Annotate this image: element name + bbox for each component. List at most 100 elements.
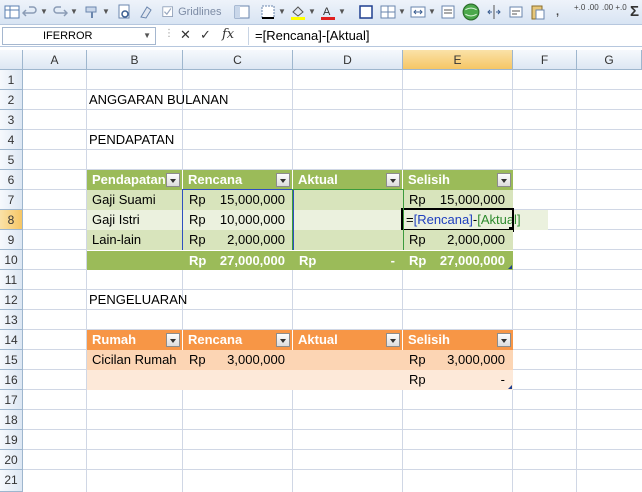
income-total-label[interactable] [87, 250, 183, 270]
formula-input[interactable]: =[Rencana]-[Aktual] [248, 27, 640, 45]
income-header-rencana[interactable]: Rencana [183, 170, 293, 190]
row-header-10[interactable]: 10 [0, 250, 23, 270]
filter-dropdown-icon[interactable] [166, 173, 180, 187]
row-header-21[interactable]: 21 [0, 470, 23, 492]
filter-dropdown-icon[interactable] [166, 333, 180, 347]
paste-dropdown-icon[interactable]: ▼ [102, 3, 110, 21]
expense-header-rumah[interactable]: Rumah [87, 330, 183, 350]
column-header-g[interactable]: G [577, 50, 642, 70]
font-color-icon[interactable]: A [320, 3, 336, 21]
row-header-1[interactable]: 1 [0, 70, 23, 90]
text-direction-icon[interactable] [440, 3, 456, 21]
expense-row-aktual[interactable] [293, 370, 403, 390]
column-width-icon[interactable] [486, 3, 502, 21]
redo-icon[interactable] [52, 3, 68, 21]
row-header-13[interactable]: 13 [0, 310, 23, 330]
filter-dropdown-icon[interactable] [386, 333, 400, 347]
font-color-dropdown-icon[interactable]: ▼ [338, 3, 346, 21]
decrease-decimal-button[interactable]: .00 +.0 [602, 3, 627, 21]
income-row-rencana[interactable]: Rp 15,000,000 [183, 190, 293, 210]
row-header-11[interactable]: 11 [0, 270, 23, 290]
expense-header-selisih[interactable]: Selisih [403, 330, 513, 350]
income-header-pendapatan[interactable]: Pendapatan [87, 170, 183, 190]
expense-row-selisih[interactable]: Rp - [403, 370, 513, 390]
income-row-aktual[interactable] [293, 190, 403, 210]
expense-row-selisih[interactable]: Rp 3,000,000 [403, 350, 513, 370]
filter-dropdown-icon[interactable] [497, 333, 511, 347]
row-header-12[interactable]: 12 [0, 290, 23, 310]
expense-row-name[interactable]: Cicilan Rumah [87, 350, 183, 370]
borders-dropdown-icon[interactable]: ▼ [278, 3, 286, 21]
row-header-19[interactable]: 19 [0, 430, 23, 450]
income-row-selisih[interactable]: Rp 2,000,000 [403, 230, 513, 250]
expense-header-rencana[interactable]: Rencana [183, 330, 293, 350]
income-row-name[interactable]: Gaji Istri [87, 210, 183, 230]
merge-cells-icon[interactable] [410, 3, 426, 21]
income-row-rencana[interactable]: Rp 10,000,000 [183, 210, 293, 230]
undo-dropdown-icon[interactable]: ▼ [40, 3, 48, 21]
row-header-20[interactable]: 20 [0, 450, 23, 470]
undo-icon[interactable] [22, 3, 38, 21]
expense-row-name[interactable] [87, 370, 183, 390]
column-header-d[interactable]: D [293, 50, 403, 70]
income-row-aktual[interactable] [293, 210, 403, 230]
globe-icon[interactable] [462, 3, 480, 21]
column-header-a[interactable]: A [23, 50, 87, 70]
merge-dropdown-icon[interactable]: ▼ [428, 3, 436, 21]
income-header-aktual[interactable]: Aktual [293, 170, 403, 190]
income-total-selisih[interactable]: Rp 27,000,000 [403, 250, 513, 270]
table-resize-handle[interactable] [508, 385, 512, 389]
income-row-selisih[interactable]: Rp 15,000,000 [403, 190, 513, 210]
expense-row-rencana[interactable]: Rp 3,000,000 [183, 350, 293, 370]
column-header-c[interactable]: C [183, 50, 293, 70]
income-row-aktual[interactable] [293, 230, 403, 250]
income-header-selisih[interactable]: Selisih [403, 170, 513, 190]
row-header-9[interactable]: 9 [0, 230, 23, 250]
autosum-icon[interactable]: Σ [630, 3, 639, 21]
row-header-2[interactable]: 2 [0, 90, 23, 110]
income-total-rencana[interactable]: Rp 27,000,000 [183, 250, 293, 270]
row-header-3[interactable]: 3 [0, 110, 23, 130]
expense-row-rencana[interactable] [183, 370, 293, 390]
income-row-name[interactable]: Gaji Suami [87, 190, 183, 210]
row-header-7[interactable]: 7 [0, 190, 23, 210]
section-income-title[interactable]: PENDAPATAN [84, 130, 284, 150]
name-box-dropdown-icon[interactable]: ▼ [143, 28, 151, 44]
row-header-6[interactable]: 6 [0, 170, 23, 190]
column-header-b[interactable]: B [87, 50, 183, 70]
print-preview-icon[interactable] [116, 3, 132, 21]
row-header-14[interactable]: 14 [0, 330, 23, 350]
row-header-4[interactable]: 4 [0, 130, 23, 150]
row-header-5[interactable]: 5 [0, 150, 23, 170]
insert-function-button[interactable]: fx [222, 27, 234, 42]
column-header-f[interactable]: F [513, 50, 577, 70]
filter-dropdown-icon[interactable] [276, 173, 290, 187]
filter-dropdown-icon[interactable] [276, 333, 290, 347]
row-header-18[interactable]: 18 [0, 410, 23, 430]
income-total-aktual[interactable]: Rp - [293, 250, 403, 270]
enter-formula-button[interactable]: ✓ [200, 27, 211, 43]
row-header-17[interactable]: 17 [0, 390, 23, 410]
expense-row-aktual[interactable] [293, 350, 403, 370]
clear-icon[interactable] [138, 3, 154, 21]
fill-color-dropdown-icon[interactable]: ▼ [308, 3, 316, 21]
borders-icon[interactable] [260, 3, 276, 21]
income-row-name[interactable]: Lain-lain [87, 230, 183, 250]
row-header-15[interactable]: 15 [0, 350, 23, 370]
filter-dropdown-icon[interactable] [497, 173, 511, 187]
active-cell-editor[interactable]: =[Rencana]-[Aktual] [403, 210, 548, 230]
row-header-8[interactable]: 8 [0, 210, 23, 230]
outside-border-icon[interactable] [358, 3, 374, 21]
increase-decimal-button[interactable]: +.0 .00 [574, 3, 599, 21]
cancel-formula-button[interactable]: ✕ [180, 27, 191, 43]
filter-dropdown-icon[interactable] [386, 173, 400, 187]
row-header-16[interactable]: 16 [0, 370, 23, 390]
table-style-icon[interactable] [4, 3, 20, 21]
income-row-rencana[interactable]: Rp 2,000,000 [183, 230, 293, 250]
section-expense-title[interactable]: PENGELUARAN [84, 290, 284, 310]
column-header-e[interactable]: E [403, 50, 513, 70]
select-all-corner[interactable] [0, 50, 23, 70]
freeze-panes-icon[interactable] [234, 3, 250, 21]
gridlines-checkbox[interactable]: Gridlines [162, 3, 221, 21]
comma-style-icon[interactable]: , [556, 3, 559, 21]
